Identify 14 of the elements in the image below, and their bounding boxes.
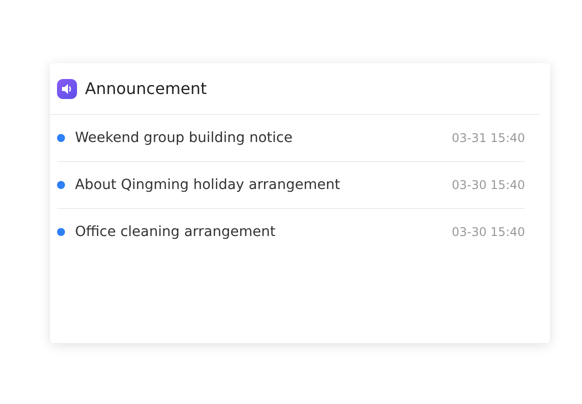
announcement-time: 03-31 15:40: [452, 131, 525, 145]
bullet-icon: [57, 228, 65, 236]
speaker-icon: [57, 78, 77, 98]
bullet-icon: [57, 134, 65, 142]
bullet-icon: [57, 181, 65, 189]
announcement-title: About Qingming holiday arrangement: [75, 177, 342, 193]
card-title: Announcement: [85, 79, 207, 98]
announcement-item[interactable]: About Qingming holiday arrangement 03-30 15:40: [57, 162, 525, 209]
announcement-item[interactable]: Weekend group building notice 03-31 15:40: [57, 115, 525, 162]
announcement-time: 03-30 15:40: [452, 178, 525, 192]
announcement-title: Weekend group building notice: [75, 130, 294, 146]
announcement-time: 03-30 15:40: [452, 225, 525, 239]
announcement-title: Office cleaning arrangement: [75, 224, 276, 240]
announcement-item[interactable]: Office cleaning arrangement 03-30 15:40: [57, 209, 525, 255]
